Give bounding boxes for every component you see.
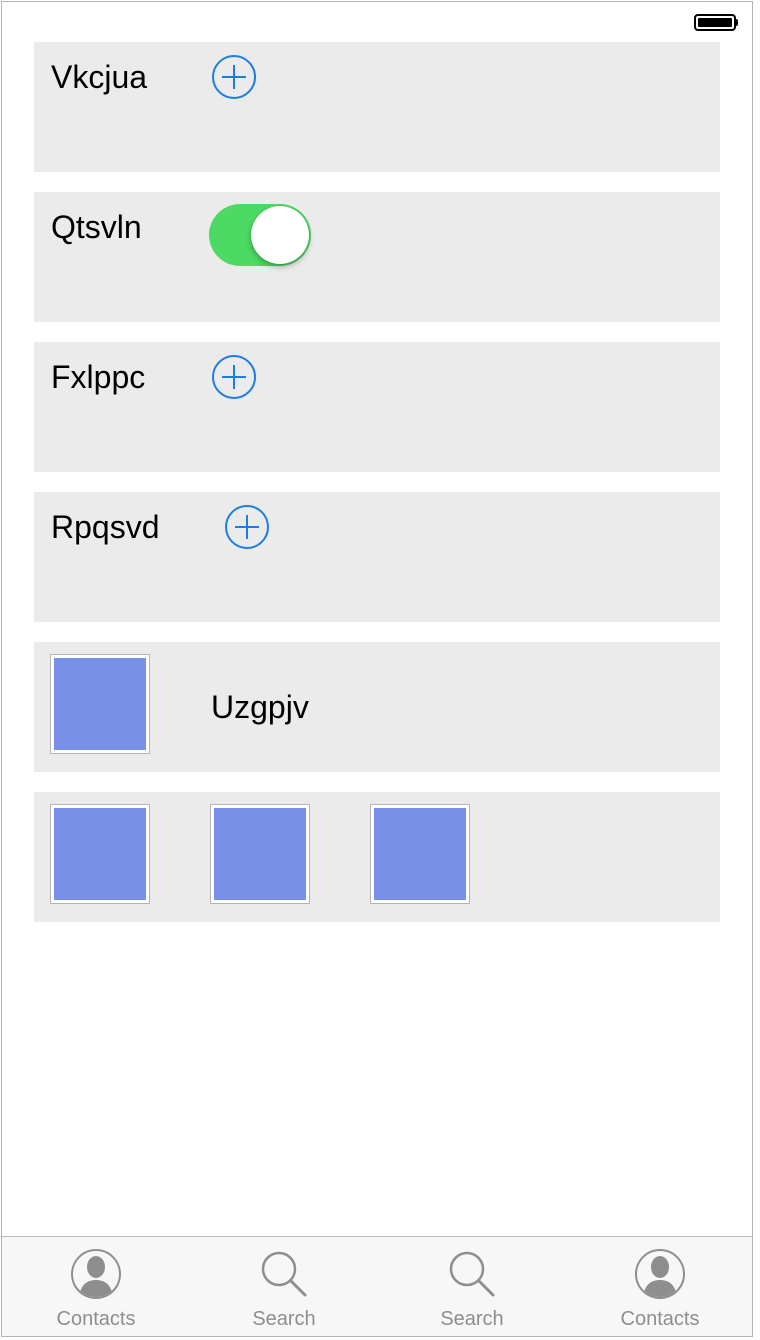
battery-full-icon <box>694 14 738 32</box>
list-item-row-3: Fxlppc <box>34 342 720 472</box>
tab-bar: Contacts Search Search Contacts <box>2 1236 752 1336</box>
tab-label: Contacts <box>620 1308 700 1330</box>
tab-label: Contacts <box>56 1308 136 1330</box>
row-label: Fxlppc <box>51 359 146 395</box>
image-thumbnail[interactable] <box>370 804 470 904</box>
tab-contacts[interactable]: Contacts <box>2 1237 190 1336</box>
image-grid-row <box>34 792 720 922</box>
row-label: Qtsvln <box>51 209 142 245</box>
image-row-label: Uzgpjv <box>211 689 309 725</box>
tab-search[interactable]: Search <box>378 1237 566 1336</box>
list-item-row-2: Qtsvln <box>34 192 720 322</box>
add-button[interactable] <box>211 54 257 100</box>
add-button[interactable] <box>211 354 257 400</box>
tab-label: Search <box>440 1308 504 1330</box>
row-label: Rpqsvd <box>51 509 160 545</box>
tab-search[interactable]: Search <box>190 1237 378 1336</box>
status-bar <box>2 2 752 42</box>
add-button[interactable] <box>224 504 270 550</box>
app-screen: Vkcjua Qtsvln Fxlppc Rpqsvd Uzgpjv Conta… <box>1 1 753 1337</box>
image-thumbnail[interactable] <box>210 804 310 904</box>
list-item-row-1: Vkcjua <box>34 42 720 172</box>
plus-circle-icon <box>225 505 269 549</box>
row-label: Vkcjua <box>51 59 148 95</box>
tab-contacts[interactable]: Contacts <box>566 1237 752 1336</box>
tab-label: Search <box>252 1308 316 1330</box>
search-icon <box>261 1251 307 1297</box>
list-item-row-4: Rpqsvd <box>34 492 720 622</box>
contacts-icon <box>635 1249 685 1299</box>
image-thumbnail[interactable] <box>50 654 150 754</box>
toggle-switch[interactable] <box>209 204 311 266</box>
search-icon <box>449 1251 495 1297</box>
image-thumbnail[interactable] <box>50 804 150 904</box>
plus-circle-icon <box>212 355 256 399</box>
contacts-icon <box>71 1249 121 1299</box>
list-item-image-row: Uzgpjv <box>34 642 720 772</box>
plus-circle-icon <box>212 55 256 99</box>
toggle-knob <box>251 206 309 264</box>
